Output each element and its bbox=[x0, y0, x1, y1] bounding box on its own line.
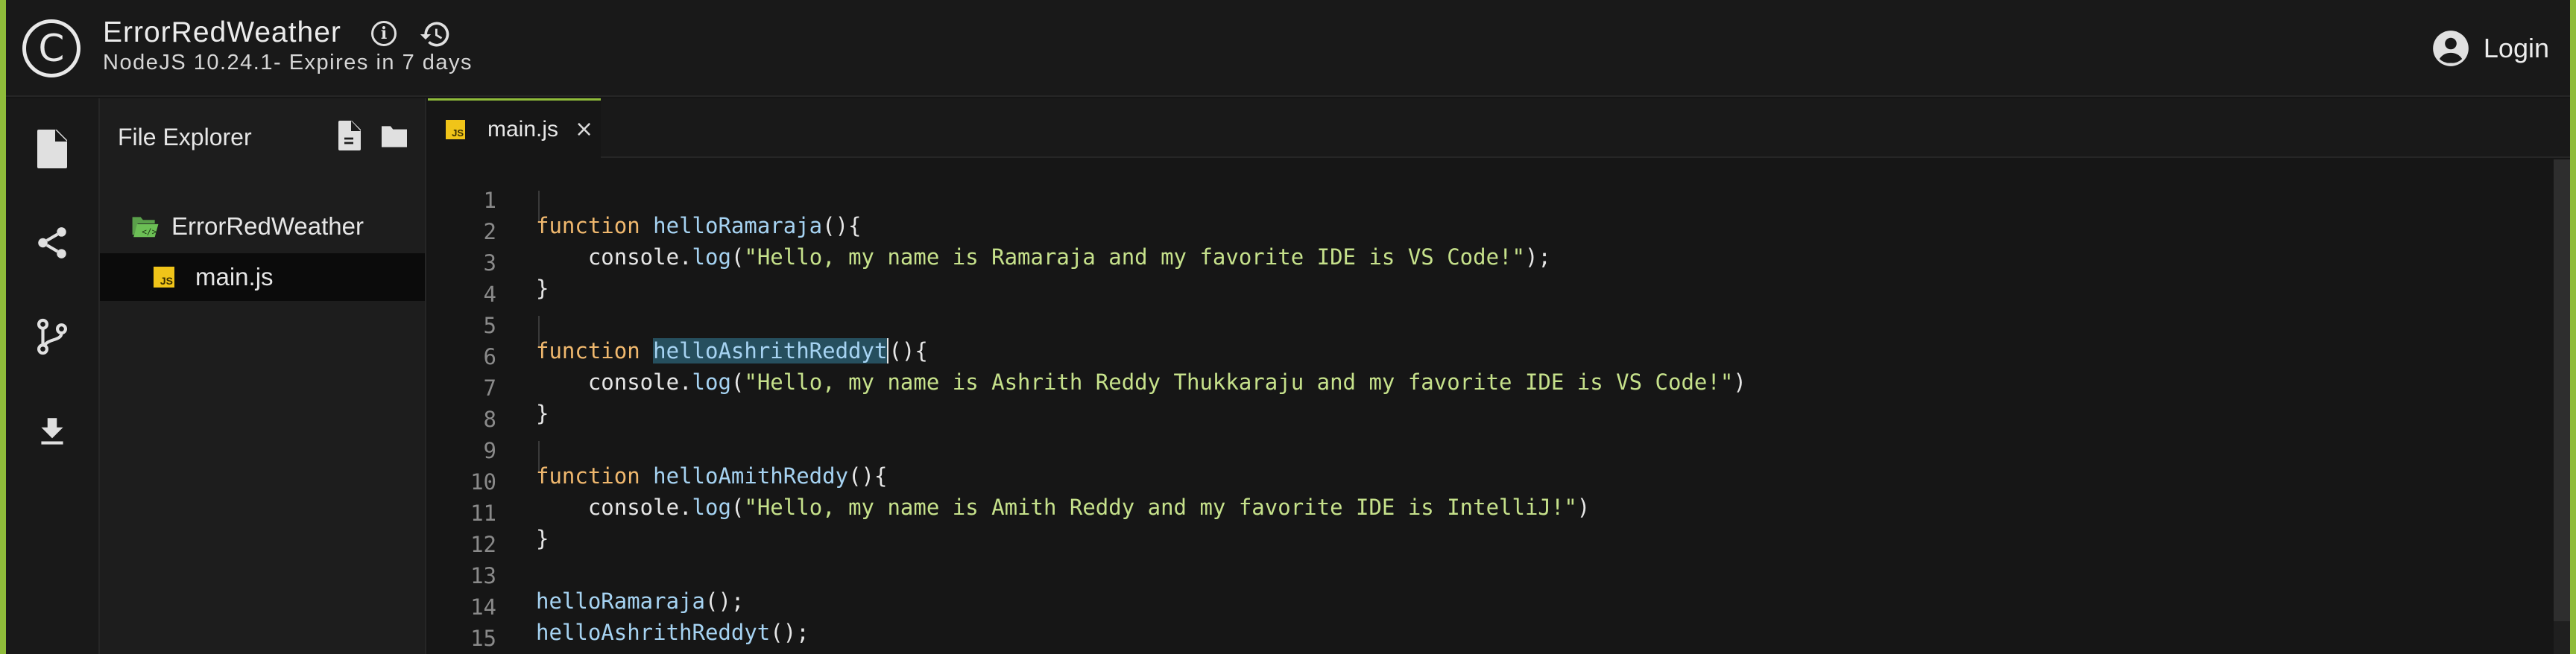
scrollbar-thumb[interactable] bbox=[2554, 159, 2570, 621]
tab-main-js[interactable]: JS main.js × bbox=[428, 98, 601, 158]
code-editor: JS main.js × 1 function helloRamaraja(){… bbox=[428, 98, 2570, 654]
download-icon bbox=[41, 418, 63, 445]
code-line: 14 helloAshrithReddyt(); bbox=[428, 566, 2552, 645]
folder-open-icon: </> bbox=[132, 217, 159, 238]
share-icon bbox=[38, 227, 66, 258]
file-explorer-title: File Explorer bbox=[118, 124, 252, 150]
vertical-scrollbar[interactable] bbox=[2554, 159, 2570, 654]
login-label: Login bbox=[2483, 33, 2549, 63]
info-icon[interactable]: i bbox=[371, 21, 397, 46]
tree-file-main-js[interactable]: JS main.js bbox=[100, 253, 425, 301]
tab-label: main.js bbox=[487, 116, 559, 142]
logo-letter: C bbox=[38, 27, 65, 70]
code-line: 9 function helloAmithReddy(){ bbox=[428, 410, 2552, 489]
code-area[interactable]: 1 function helloRamaraja(){ 2 console.lo… bbox=[428, 159, 2570, 654]
download-button[interactable] bbox=[34, 411, 71, 453]
code-line: 2 console.log("Hello, my name is Ramaraj… bbox=[428, 191, 2552, 270]
code-line: 11 } bbox=[428, 472, 2552, 551]
folder-label: ErrorRedWeather bbox=[171, 212, 364, 240]
code-line: 10 console.log("Hello, my name is Amith … bbox=[428, 441, 2552, 520]
account-icon bbox=[2433, 31, 2469, 66]
tree-folder-errorredweather[interactable]: </> ErrorRedWeather bbox=[100, 207, 425, 246]
file-icon bbox=[37, 130, 67, 168]
file-label: main.js bbox=[195, 263, 274, 291]
code-line: 4 bbox=[428, 253, 2552, 307]
close-icon[interactable]: × bbox=[575, 116, 593, 142]
activity-bar bbox=[6, 98, 98, 654]
app-logo[interactable]: C bbox=[22, 19, 80, 77]
code-line: 7 } bbox=[428, 347, 2552, 426]
file-explorer-button[interactable] bbox=[34, 128, 71, 170]
share-button[interactable] bbox=[34, 222, 71, 264]
source-control-button[interactable] bbox=[34, 316, 71, 358]
new-folder-icon[interactable] bbox=[379, 124, 410, 149]
js-file-icon: JS bbox=[446, 119, 465, 139]
app-window: C ErrorRedWeather i NodeJS 10.24.1- Expi… bbox=[6, 0, 2570, 654]
code-line: 1 function helloRamaraja(){ bbox=[428, 159, 2552, 238]
code-line: 3 } bbox=[428, 222, 2552, 301]
code-line: 6 console.log("Hello, my name is Ashrith… bbox=[428, 316, 2552, 395]
login-button[interactable]: Login bbox=[2431, 28, 2549, 69]
project-subtitle: NodeJS 10.24.1- Expires in 7 days bbox=[103, 51, 473, 74]
file-explorer-panel: File Explorer </> ErrorRedWeather JS mai… bbox=[98, 98, 426, 654]
new-file-icon[interactable] bbox=[337, 121, 361, 150]
code-line: 5 function helloAshrithReddyt(){ bbox=[428, 285, 2552, 363]
project-title: ErrorRedWeather bbox=[103, 16, 341, 48]
code-line: 16 bbox=[428, 629, 2552, 654]
js-file-icon: JS bbox=[154, 267, 174, 288]
source-control-icon bbox=[37, 318, 67, 355]
svg-text:</>: </> bbox=[142, 227, 157, 237]
code-line: 15 helloAmithReddy(); bbox=[428, 597, 2552, 654]
code-line: 8 bbox=[428, 378, 2552, 432]
top-header: C ErrorRedWeather i NodeJS 10.24.1- Expi… bbox=[6, 0, 2570, 97]
history-icon[interactable] bbox=[419, 18, 452, 51]
code-line: 13 helloRamaraja(); bbox=[428, 535, 2552, 614]
code-line: 12 bbox=[428, 504, 2552, 557]
editor-tab-bar: JS main.js × bbox=[428, 98, 2570, 158]
